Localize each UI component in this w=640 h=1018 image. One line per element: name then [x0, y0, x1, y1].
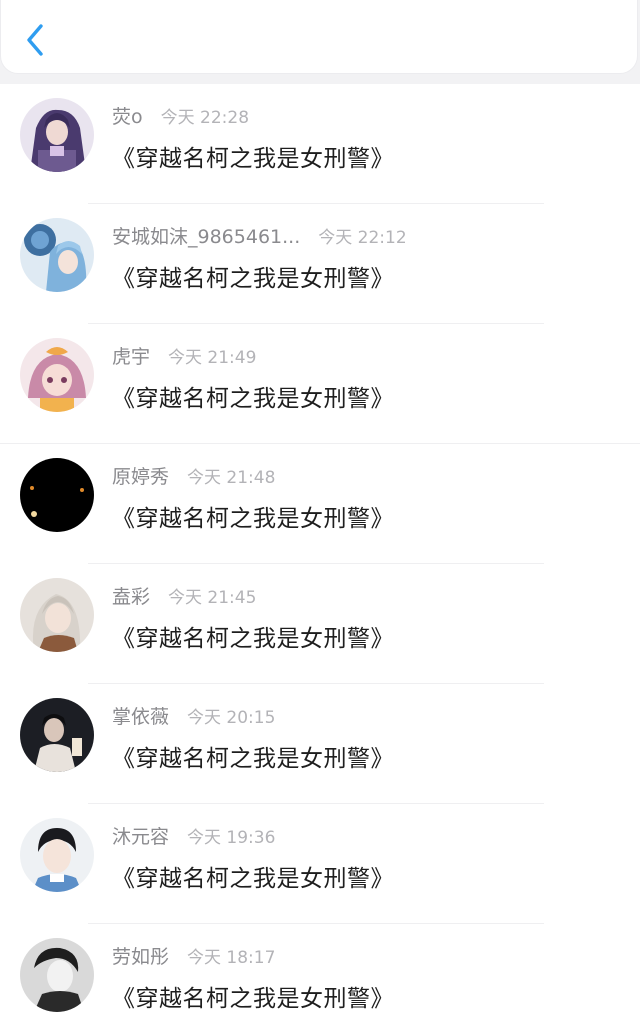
comment-text: 《穿越名柯之我是女刑警》 [112, 386, 394, 412]
comment-text: 《穿越名柯之我是女刑警》 [112, 626, 394, 652]
avatar[interactable] [20, 578, 94, 652]
comment-meta: 荧o 今天 22:28 [112, 104, 249, 130]
username[interactable]: 沐元容 [112, 826, 169, 848]
username[interactable]: 掌依薇 [112, 706, 169, 728]
timestamp: 今天 21:45 [168, 588, 257, 608]
back-button[interactable] [19, 20, 55, 60]
timestamp: 今天 21:48 [187, 468, 276, 488]
username[interactable]: 劳如彤 [112, 946, 169, 968]
comment-text: 《穿越名柯之我是女刑警》 [112, 146, 394, 172]
comment-text: 《穿越名柯之我是女刑警》 [112, 746, 394, 772]
username[interactable]: 安城如沫_9865461... [112, 226, 300, 248]
comment-item[interactable]: 掌依薇 今天 20:15 《穿越名柯之我是女刑警》 [0, 684, 640, 804]
avatar[interactable] [20, 218, 94, 292]
comment-item[interactable]: 盍彩 今天 21:45 《穿越名柯之我是女刑警》 [0, 564, 640, 684]
avatar[interactable] [20, 338, 94, 412]
comment-item[interactable]: 荧o 今天 22:28 《穿越名柯之我是女刑警》 [0, 84, 640, 204]
timestamp: 今天 20:15 [187, 708, 276, 728]
comment-text: 《穿越名柯之我是女刑警》 [112, 506, 394, 532]
comment-meta: 安城如沫_9865461... 今天 22:12 [112, 224, 407, 250]
username[interactable]: 盍彩 [112, 586, 150, 608]
comment-item[interactable]: 沐元容 今天 19:36 《穿越名柯之我是女刑警》 [0, 804, 640, 924]
avatar[interactable] [20, 98, 94, 172]
comment-meta: 虎宇 今天 21:49 [112, 344, 256, 370]
avatar[interactable] [20, 818, 94, 892]
comment-item[interactable]: 安城如沫_9865461... 今天 22:12 《穿越名柯之我是女刑警》 [0, 204, 640, 324]
comment-text: 《穿越名柯之我是女刑警》 [112, 266, 394, 292]
comment-meta: 掌依薇 今天 20:15 [112, 704, 275, 730]
comment-list: 荧o 今天 22:28 《穿越名柯之我是女刑警》 安城如沫_9865461... 今… [0, 84, 640, 1018]
comment-item[interactable]: 虎宇 今天 21:49 《穿越名柯之我是女刑警》 [0, 324, 640, 444]
comment-item[interactable]: 劳如彤 今天 18:17 《穿越名柯之我是女刑警》 [0, 924, 640, 1018]
avatar[interactable] [20, 938, 94, 1012]
timestamp: 今天 21:49 [168, 348, 257, 368]
comment-meta: 盍彩 今天 21:45 [112, 584, 256, 610]
chevron-left-icon [27, 24, 43, 56]
comment-text: 《穿越名柯之我是女刑警》 [112, 866, 394, 892]
avatar[interactable] [20, 458, 94, 532]
top-bar [0, 0, 638, 74]
username[interactable]: 荧o [112, 106, 143, 128]
comment-meta: 劳如彤 今天 18:17 [112, 944, 275, 970]
timestamp: 今天 19:36 [187, 828, 276, 848]
comment-item[interactable]: 原婷秀 今天 21:48 《穿越名柯之我是女刑警》 [0, 444, 640, 564]
avatar[interactable] [20, 698, 94, 772]
comment-meta: 沐元容 今天 19:36 [112, 824, 275, 850]
timestamp: 今天 22:28 [160, 108, 250, 128]
comment-text: 《穿越名柯之我是女刑警》 [112, 986, 394, 1012]
username[interactable]: 原婷秀 [112, 466, 169, 488]
timestamp: 今天 18:17 [187, 948, 276, 968]
username[interactable]: 虎宇 [112, 346, 150, 368]
timestamp: 今天 22:12 [318, 228, 407, 248]
comment-meta: 原婷秀 今天 21:48 [112, 464, 275, 490]
